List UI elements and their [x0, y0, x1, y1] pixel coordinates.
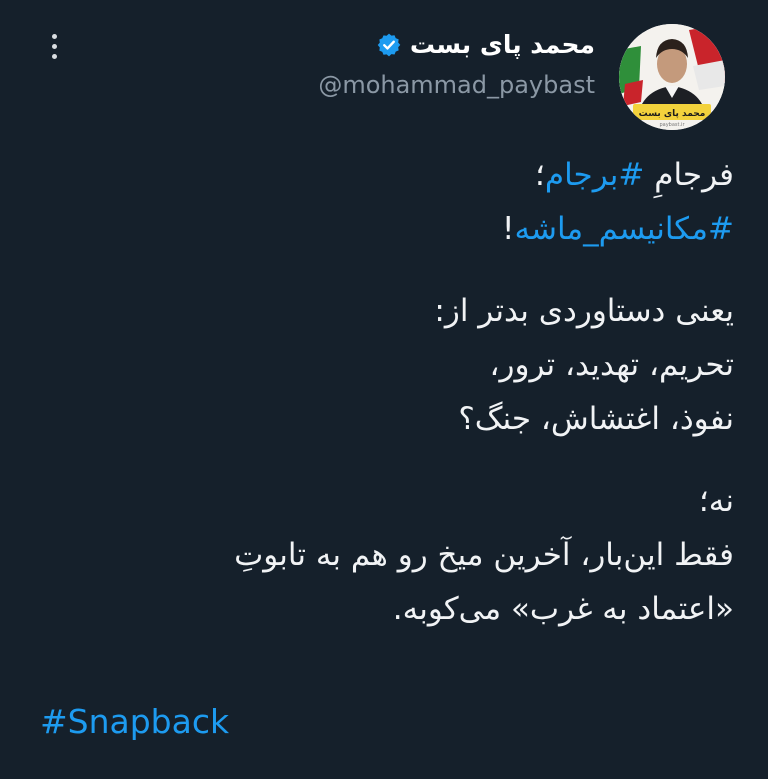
- user-handle[interactable]: @mohammad_paybast: [318, 71, 595, 99]
- author-info[interactable]: محمد پای بست @mohammad_paybast: [318, 30, 595, 99]
- tweet-text-run: !: [502, 211, 515, 247]
- avatar-image: محمد پای بست paybast.ir: [619, 24, 725, 130]
- tweet-line-7: فقط این‌بار، آخرین میخ رو هم به تابوتِ: [234, 537, 734, 573]
- hashtag-snapback[interactable]: #Snapback: [40, 702, 229, 741]
- more-dot: [51, 33, 57, 39]
- verified-badge-icon: [377, 33, 401, 56]
- hashtag-snapback-mechanism[interactable]: #مکانیسم_ماشه: [514, 211, 734, 247]
- tweet-line-1: فرجامِ #برجام؛: [34, 148, 734, 202]
- tweet-text-run: ؛: [535, 157, 545, 193]
- tweet-text-run: فرجامِ: [654, 157, 734, 193]
- display-name[interactable]: محمد پای بست: [410, 30, 595, 59]
- more-options-button[interactable]: [40, 28, 68, 64]
- tweet-text: فرجامِ #برجام؛ #مکانیسم_ماشه! یعنی دستاو…: [34, 148, 734, 636]
- avatar[interactable]: محمد پای بست paybast.ir: [619, 24, 725, 130]
- avatar-banner-subtext: paybast.ir: [659, 122, 685, 128]
- tweet-line-2: #مکانیسم_ماشه!: [34, 202, 734, 256]
- hashtag-barjam[interactable]: #برجام: [545, 157, 645, 193]
- more-dot: [51, 43, 57, 49]
- tweet-line-8: «اعتماد به غرب» می‌کوبه.: [392, 591, 734, 627]
- more-dot: [51, 53, 57, 59]
- tweet-line-6: نه؛: [698, 483, 734, 519]
- tweet-line-3: یعنی دستاوردی بدتر از:: [434, 293, 734, 329]
- tweet-line-5: نفوذ، اغتشاش، جنگ؟: [458, 401, 734, 437]
- avatar-banner-text: محمد پای بست: [639, 109, 706, 119]
- name-row: محمد پای بست: [318, 30, 595, 59]
- tweet-line-4: تحریم، تهدید، ترور،: [489, 347, 735, 383]
- tweet-card: محمد پای بست @mohammad_paybast محمد پای …: [0, 0, 768, 779]
